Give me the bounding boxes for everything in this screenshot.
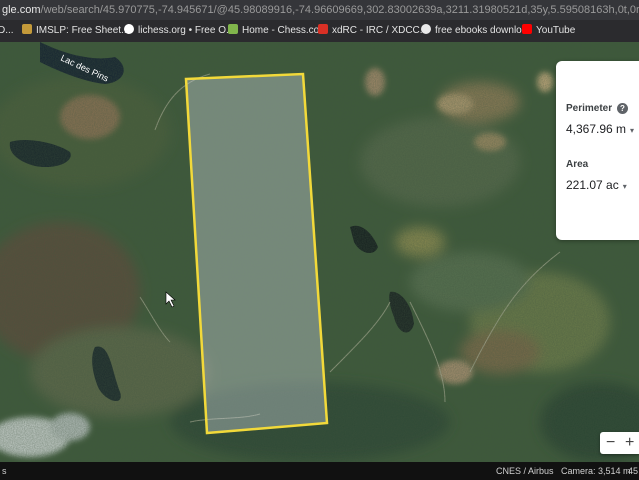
bookmark-item-youtube[interactable]: YouTube	[522, 24, 575, 38]
status-coordinates: 45	[628, 466, 639, 476]
map-canvas[interactable]: Lac des Pins	[0, 42, 639, 462]
ebooks-icon	[421, 24, 431, 34]
perimeter-unit-dropdown[interactable]: 4,367.96 m ▾	[566, 122, 634, 136]
area-label: Area	[566, 159, 589, 170]
bookmark-label: Home - Chess.com	[242, 25, 328, 36]
xdcc-icon	[318, 24, 328, 34]
bookmark-label: lichess.org • Free O...	[138, 25, 235, 36]
bookmark-label: IMSLP: Free Sheet...	[36, 25, 130, 36]
bookmarks-bar: D... IMSLP: Free Sheet... lichess.org • …	[0, 20, 639, 42]
bookmark-item-ebooks[interactable]: free ebooks downlo...	[421, 24, 530, 38]
status-left-text: s	[2, 466, 7, 476]
perimeter-label: Perimeter	[566, 103, 613, 114]
bookmark-label: YouTube	[536, 25, 576, 36]
area-value: 221.07 ac	[566, 178, 619, 192]
bookmark-label: D...	[0, 25, 14, 36]
zoom-controls: − +	[600, 432, 639, 454]
youtube-icon	[522, 24, 532, 34]
measured-area-polygon[interactable]	[184, 72, 329, 435]
bookmark-item-chesscom[interactable]: Home - Chess.com	[228, 24, 328, 38]
lichess-icon	[124, 24, 134, 34]
satellite-map[interactable]: Lac des Pins	[0, 42, 639, 462]
bookmark-label: free ebooks downlo...	[435, 25, 531, 36]
address-bar[interactable]: gle.com/web/search/45.970775,-74.945671/…	[0, 0, 639, 20]
help-icon[interactable]: ?	[617, 103, 628, 114]
measure-panel: Perimeter ? 4,367.96 m ▾ Area 221.07 ac ▾	[556, 61, 639, 240]
perimeter-value: 4,367.96 m	[566, 122, 627, 136]
chesscom-icon	[228, 24, 238, 34]
camera-altitude: Camera: 3,514 m	[561, 466, 631, 476]
bookmark-label: xdRC - IRC / XDCC...	[332, 25, 429, 36]
bookmark-item-xdcc[interactable]: xdRC - IRC / XDCC...	[318, 24, 428, 38]
status-bar: s CNES / Airbus Camera: 3,514 m 45	[0, 462, 639, 480]
url-host: gle.com	[2, 4, 41, 16]
bookmark-item-imslp[interactable]: IMSLP: Free Sheet...	[22, 24, 129, 38]
imslp-icon	[22, 24, 32, 34]
chevron-down-icon: ▾	[622, 182, 627, 191]
bookmark-item[interactable]: D...	[0, 24, 14, 38]
zoom-in-button[interactable]: +	[625, 432, 634, 454]
chevron-down-icon: ▾	[630, 126, 635, 135]
zoom-out-button[interactable]: −	[606, 432, 615, 454]
bookmark-item-lichess[interactable]: lichess.org • Free O...	[124, 24, 234, 38]
imagery-attribution: CNES / Airbus	[496, 466, 554, 476]
url-path: /web/search/45.970775,-74.945671/@45.980…	[40, 4, 639, 16]
area-unit-dropdown[interactable]: 221.07 ac ▾	[566, 178, 627, 192]
